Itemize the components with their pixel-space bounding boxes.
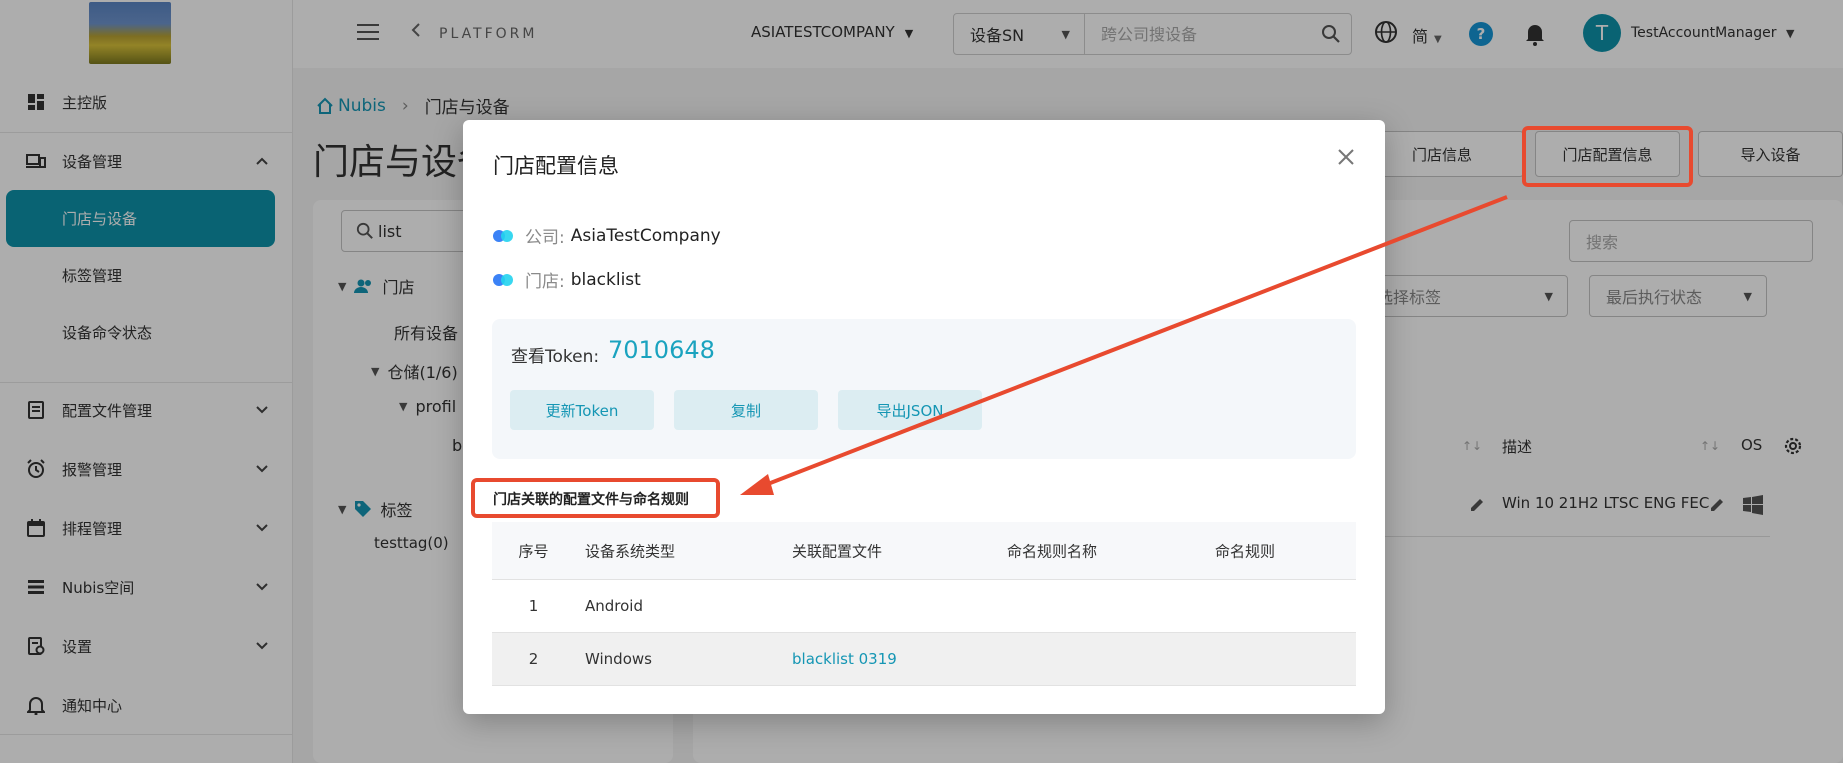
table-cell: 1 [528, 597, 539, 615]
bullet-icon [493, 273, 515, 286]
column-header: 序号 [518, 542, 549, 560]
table-cell: Windows [585, 650, 652, 668]
table-row: 1 Android [492, 580, 1356, 633]
token-card: 查看Token: 7010648 更新Token 复制 导出JSON [492, 319, 1356, 459]
column-header: 命名规则 [1215, 542, 1276, 560]
copy-token-button[interactable]: 复制 [674, 390, 818, 430]
close-icon[interactable] [1333, 144, 1359, 170]
store-info-row: 门店: blacklist [493, 267, 641, 292]
table-row: 2 Windows blacklist 0319 [492, 633, 1356, 686]
table-header: 序号 设备系统类型 关联配置文件 命名规则名称 命名规则 [492, 522, 1356, 580]
table-cell: Android [585, 597, 643, 615]
token-value: 7010648 [608, 336, 715, 364]
company-value: AsiaTestCompany [570, 225, 721, 246]
store-config-modal: 门店配置信息 公司: AsiaTestCompany 门店: blacklist… [463, 120, 1385, 714]
refresh-token-button[interactable]: 更新Token [510, 390, 654, 430]
config-file-link[interactable]: blacklist 0319 [792, 650, 897, 668]
column-header: 命名规则名称 [1007, 542, 1098, 560]
token-label: 查看Token: [511, 347, 600, 367]
annotation-highlight-box [1522, 126, 1693, 187]
modal-title: 门店配置信息 [493, 154, 619, 178]
config-rules-table: 序号 设备系统类型 关联配置文件 命名规则名称 命名规则 1 Android 2… [492, 522, 1356, 686]
column-header: 设备系统类型 [585, 542, 676, 560]
export-json-button[interactable]: 导出JSON [838, 390, 982, 430]
annotation-highlight-box [471, 478, 720, 518]
store-value: blacklist [570, 269, 641, 290]
column-header: 关联配置文件 [792, 542, 883, 560]
bullet-icon [493, 229, 515, 242]
company-info-row: 公司: AsiaTestCompany [493, 223, 721, 248]
store-label: 门店: [525, 272, 565, 292]
table-cell: 2 [528, 650, 539, 668]
company-label: 公司: [525, 228, 565, 248]
